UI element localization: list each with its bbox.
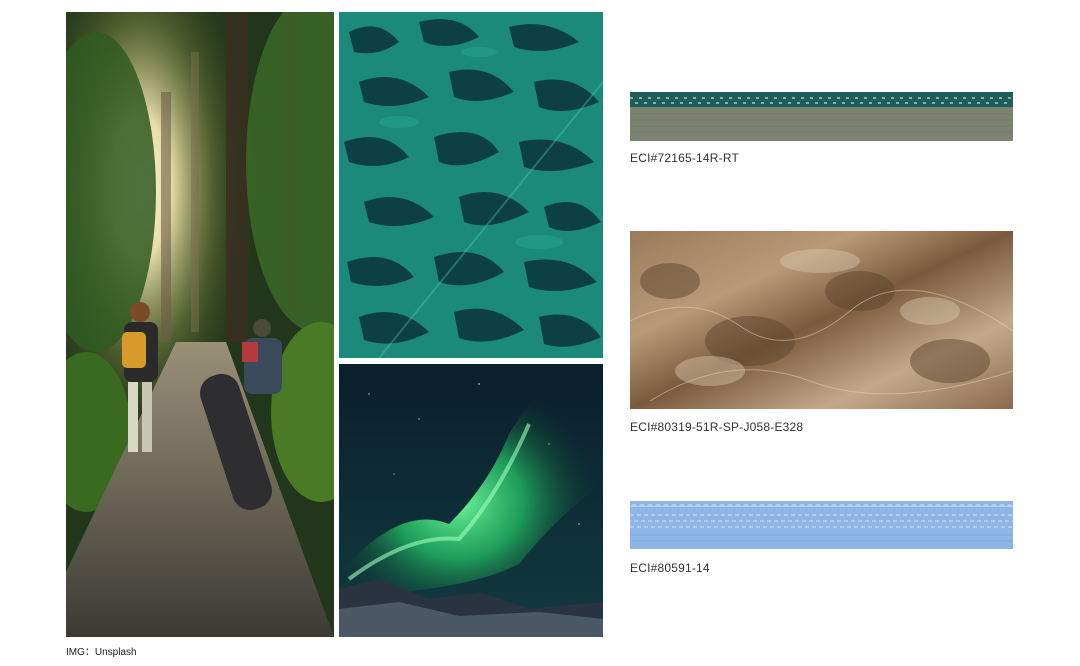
teal-and-grey-stitched-trim (630, 92, 1013, 141)
image-credit: IMG：Unsplash (66, 647, 137, 658)
swatch-code-2: ECI#80319-51R-SP-J058-E328 (630, 420, 804, 434)
swatch-code-3: ECI#80591-14 (630, 561, 710, 575)
forest-hikers-photo (66, 12, 334, 637)
swatch-code-1: ECI#72165-14R-RT (630, 151, 740, 165)
light-blue-elastic-trim (630, 501, 1013, 549)
marble-print-mesh-fabric (629, 231, 1014, 409)
northern-lights-photo (339, 364, 603, 637)
green-lace-fabric-closeup (339, 12, 603, 358)
